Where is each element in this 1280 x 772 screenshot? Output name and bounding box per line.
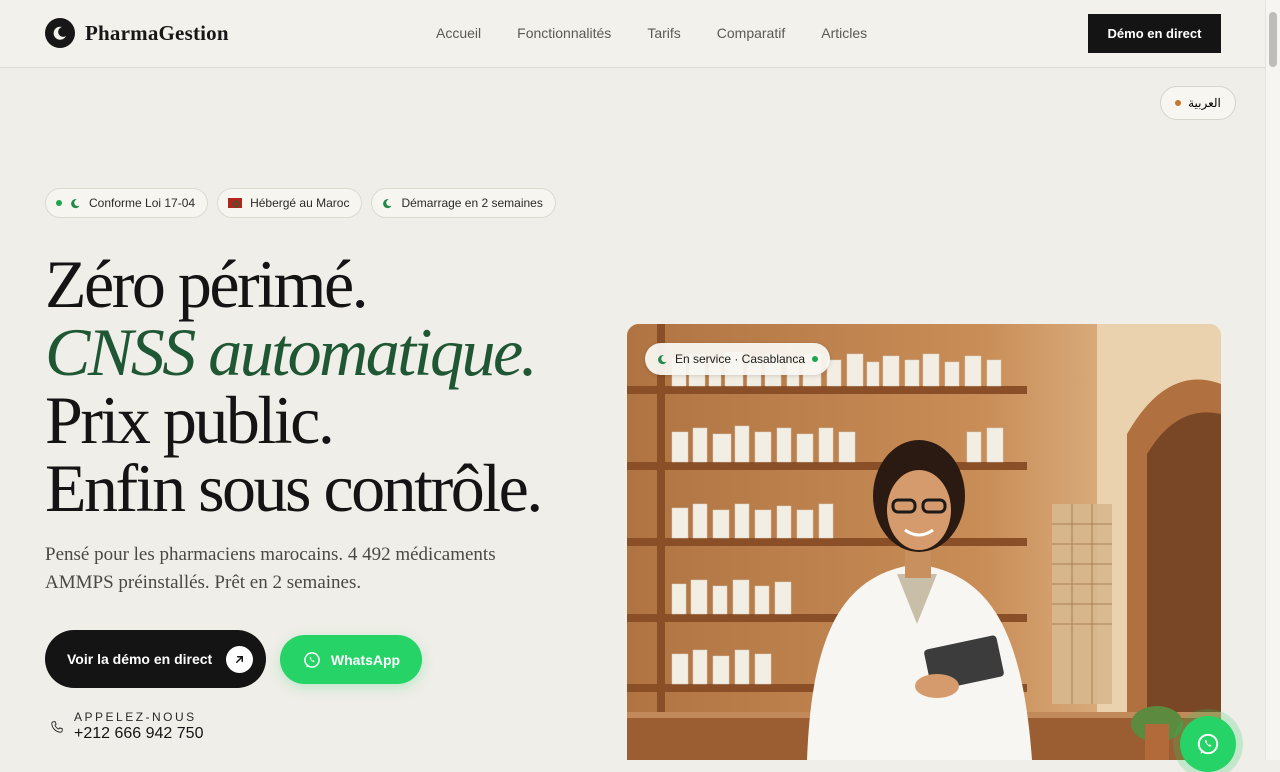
language-switch[interactable]: العربية	[1160, 86, 1236, 120]
status-dot-icon	[56, 200, 62, 206]
arrow-up-right-icon	[226, 645, 254, 673]
page-scrollbar[interactable]	[1265, 0, 1280, 760]
hero-subtitle: Pensé pour les pharmaciens marocains. 4 …	[45, 544, 496, 593]
moon-logo-icon	[45, 18, 75, 48]
nav-link-accueil[interactable]: Accueil	[436, 25, 481, 41]
badge-heberge: Hébergé au Maroc	[217, 188, 363, 218]
brand-name: PharmaGestion	[85, 20, 229, 45]
call-label: APPELEZ-NOUS	[74, 710, 197, 724]
nav-link-fonctionnalites[interactable]: Fonctionnalités	[517, 25, 611, 41]
hero-line-3: Prix public.	[45, 382, 335, 458]
phone-icon	[51, 720, 63, 733]
badge-label: Conforme Loi 17-04	[89, 196, 196, 210]
scrollbar-thumb[interactable]	[1269, 12, 1277, 67]
whatsapp-icon	[1197, 733, 1219, 755]
language-dot-icon	[1175, 100, 1182, 106]
call-us[interactable]: APPELEZ-NOUS +212 666 942 750	[50, 710, 203, 743]
badge-label: Démarrage en 2 semaines	[401, 196, 543, 210]
nav-link-articles[interactable]: Articles	[821, 25, 867, 41]
brand-logo[interactable]: PharmaGestion	[45, 18, 229, 48]
moon-icon	[658, 354, 667, 364]
moon-icon	[71, 198, 80, 208]
whatsapp-icon	[304, 651, 320, 668]
badge-conforme: Conforme Loi 17-04	[45, 188, 209, 218]
site-header: PharmaGestion Accueil Fonctionnalités Ta…	[0, 0, 1265, 68]
morocco-flag-icon	[228, 198, 243, 208]
language-label: العربية	[1188, 96, 1221, 110]
status-label: En service · Casablanca	[674, 352, 806, 366]
badge-label: Hébergé au Maroc	[250, 196, 350, 210]
hero-line-4: Enfin sous contrôle.	[45, 450, 543, 526]
trust-badges: Conforme Loi 17-04 Hébergé au Maroc Déma…	[45, 188, 556, 218]
nav-link-tarifs[interactable]: Tarifs	[647, 25, 680, 41]
whatsapp-button[interactable]: WhatsApp	[280, 635, 422, 684]
hero-line-1: Zéro périmé.	[45, 246, 369, 322]
whatsapp-label: WhatsApp	[330, 651, 401, 668]
pharmacist-photo	[627, 324, 1221, 760]
demo-live-button[interactable]: Démo en direct	[1088, 14, 1221, 53]
call-text: APPELEZ-NOUS +212 666 942 750	[74, 710, 203, 743]
moon-icon	[383, 198, 393, 208]
see-demo-button[interactable]: Voir la démo en direct	[45, 630, 266, 688]
hero-title: Zéro périmé. CNSS automatique. Prix publ…	[45, 246, 543, 526]
live-dot-icon	[812, 356, 819, 362]
main-nav: Accueil Fonctionnalités Tarifs Comparati…	[436, 25, 867, 41]
whatsapp-floating-button[interactable]	[1180, 716, 1236, 772]
status-pill: En service · Casablanca	[645, 343, 830, 375]
hero-line-2: CNSS automatique.	[45, 314, 538, 390]
badge-demarrage: Démarrage en 2 semaines	[371, 188, 556, 218]
call-number[interactable]: +212 666 942 750	[74, 725, 203, 743]
nav-link-comparatif[interactable]: Comparatif	[717, 25, 785, 41]
see-demo-label: Voir la démo en direct	[67, 651, 213, 667]
